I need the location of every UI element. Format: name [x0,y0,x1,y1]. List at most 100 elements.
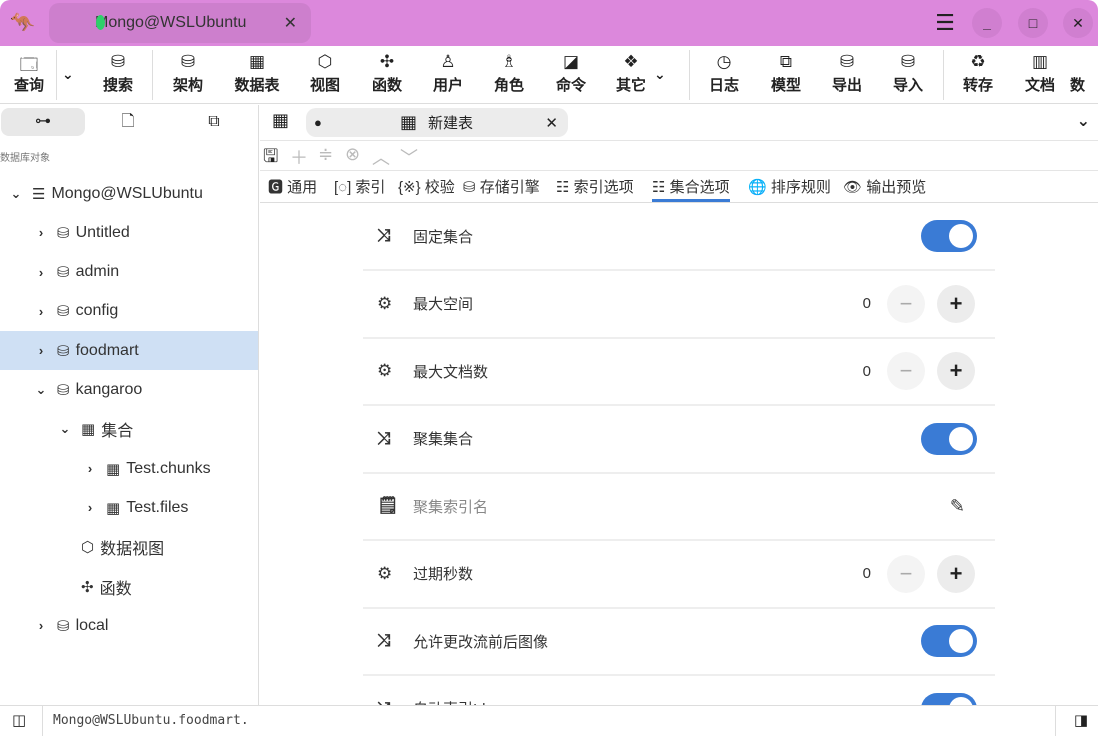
toggle-switch[interactable] [921,220,977,252]
tree-item[interactable]: ⬡数据视图 [0,528,258,567]
view-button[interactable]: ⬡视图 [297,52,353,95]
tab-5[interactable]: ☷ 集合选项 [652,176,730,202]
role-button[interactable]: ♗ 角色 [481,52,537,95]
chevron-down-icon[interactable]: ⌄ [8,186,24,202]
decrement-button[interactable]: − [887,352,925,390]
query-dropdown-chevron-icon[interactable]: ⌄ [62,66,74,83]
tabs-dropdown-chevron-icon[interactable]: ⌄ [1077,111,1090,131]
other-button[interactable]: ❖ 其它 [603,52,659,95]
table-icon: ▦ [106,460,120,478]
connection-tab[interactable]: Mongo@WSLUbuntu ✕ [49,3,311,43]
user-button[interactable]: ♙用户 [420,52,476,95]
document-tab-title: 新建表 [428,112,473,133]
table-button[interactable]: ▦数据表 [229,52,285,95]
log-button[interactable]: ◷日志 [696,52,752,95]
tree-item[interactable]: ⌄▦集合 [0,410,258,449]
chevron-right-icon[interactable]: › [33,304,49,319]
tree-item[interactable]: ⌄⛁kangaroo [0,371,258,410]
chevron-right-icon[interactable]: › [33,265,49,280]
document-tab[interactable]: ● ▦ 新建表 ✕ [306,108,568,137]
search-db-icon: ⛁ [90,52,146,74]
increment-button[interactable]: + [937,352,975,390]
role-icon: ♗ [481,52,537,74]
label: 命令 [556,77,586,94]
close-tab-button[interactable]: ✕ [284,13,297,33]
edit-pencil-icon[interactable]: ✎ [950,496,965,517]
increment-button[interactable]: + [937,555,975,593]
sidebar: ⊶ 🗋 ⧉ 数据库对象 ⌄☰Mongo@WSLUbuntu›⛁Untitled›… [0,105,259,705]
remove-icon[interactable]: ≑ [318,144,333,165]
tree-item[interactable]: ›▦Test.chunks [0,449,258,488]
decrement-button[interactable]: − [887,555,925,593]
tab-label: 集合选项 [670,179,730,196]
minimize-button[interactable]: _ [972,8,1002,38]
export-button[interactable]: ⛁导出 [819,52,875,95]
chevron-right-icon[interactable]: › [82,500,98,515]
label: 角色 [494,77,524,94]
command-button[interactable]: ◪命令 [543,52,599,95]
toggle-switch[interactable] [921,693,977,706]
clear-icon[interactable]: ⊗ [345,144,360,165]
close-document-button[interactable]: ✕ [545,114,558,132]
toggle-switch[interactable] [921,423,977,455]
toggle-switch[interactable] [921,625,977,657]
increment-button[interactable]: + [937,285,975,323]
query-button[interactable]: 🗔查询 [1,52,57,95]
chevron-down-icon[interactable]: ⌄ [57,421,73,437]
other-dropdown-chevron-icon[interactable]: ⌄ [654,66,666,83]
tree-item[interactable]: ›⛁foodmart [0,331,258,370]
dump-button[interactable]: ♻转存 [950,52,1006,95]
option-value[interactable]: 0 [863,565,871,582]
tab-0[interactable]: 🅶 通用 [268,176,317,197]
search-button[interactable]: ⛁搜索 [90,52,146,95]
move-up-icon[interactable]: ︿ [372,144,390,170]
model-button[interactable]: ⧉模型 [758,52,814,95]
tab-2[interactable]: {※} 校验 [398,176,455,197]
close-window-button[interactable]: ✕ [1063,8,1093,38]
option-value[interactable]: 0 [863,295,871,312]
sidebar-tab-tree[interactable]: ⊶ [1,108,85,136]
function-button[interactable]: ✣函数 [359,52,415,95]
docs-icon: ▥ [1012,52,1068,74]
tree-item[interactable]: ›⛁local [0,606,258,645]
tab-1[interactable]: [◌] 索引 [334,176,385,197]
menu-button[interactable]: ☰ [930,8,960,38]
maximize-button[interactable]: □ [1018,8,1048,38]
tab-3[interactable]: ⛁ 存储引擎 [463,176,540,197]
move-down-icon[interactable]: ﹀ [400,144,418,170]
label: 数 [1070,77,1085,94]
tree-icon: ⊶ [35,113,51,130]
save-icon[interactable]: 🖫 [263,144,278,174]
tree-item-label: config [76,302,119,320]
import-button[interactable]: ⛁导入 [880,52,936,95]
tree-item[interactable]: ›▦Test.files [0,488,258,527]
tab-6[interactable]: 🌐 排序规则 [748,176,831,197]
chevron-right-icon[interactable]: › [33,618,49,633]
sidebar-tab-sql[interactable]: 🗋 [86,108,170,136]
chevron-right-icon[interactable]: › [82,461,98,476]
option-value[interactable]: 0 [863,363,871,380]
label: 其它 [616,77,646,94]
tree-item[interactable]: ›⛁admin [0,253,258,292]
toggle-panel-icon[interactable]: ◨ [1074,711,1088,729]
tree-item[interactable]: ✣函数 [0,567,258,606]
toggle-sidebar-icon[interactable]: ◫ [12,711,26,729]
data-icon [1070,52,1098,74]
add-icon[interactable]: ＋ [290,144,308,170]
tab-4[interactable]: ☷ 索引选项 [556,176,634,197]
tab-7[interactable]: 👁 输出预览 [843,176,926,197]
chevron-down-icon[interactable]: ⌄ [33,382,49,398]
tree-item[interactable]: ⌄☰Mongo@WSLUbuntu [0,174,258,213]
sidebar-tab-model[interactable]: ⧉ [172,108,256,136]
chevron-right-icon[interactable]: › [33,343,49,358]
data-button[interactable]: 数 [1070,52,1098,95]
tree-item[interactable]: ›⛁config [0,292,258,331]
chevron-right-icon[interactable]: › [33,225,49,240]
docs-button[interactable]: ▥文档 [1012,52,1068,95]
decrement-button[interactable]: − [887,285,925,323]
tree-item[interactable]: ›⛁Untitled [0,213,258,252]
schema-button[interactable]: ⛁架构 [160,52,216,95]
label: 导入 [893,77,923,94]
other-icon: ❖ [603,52,659,74]
tree-item-label: admin [76,263,120,281]
